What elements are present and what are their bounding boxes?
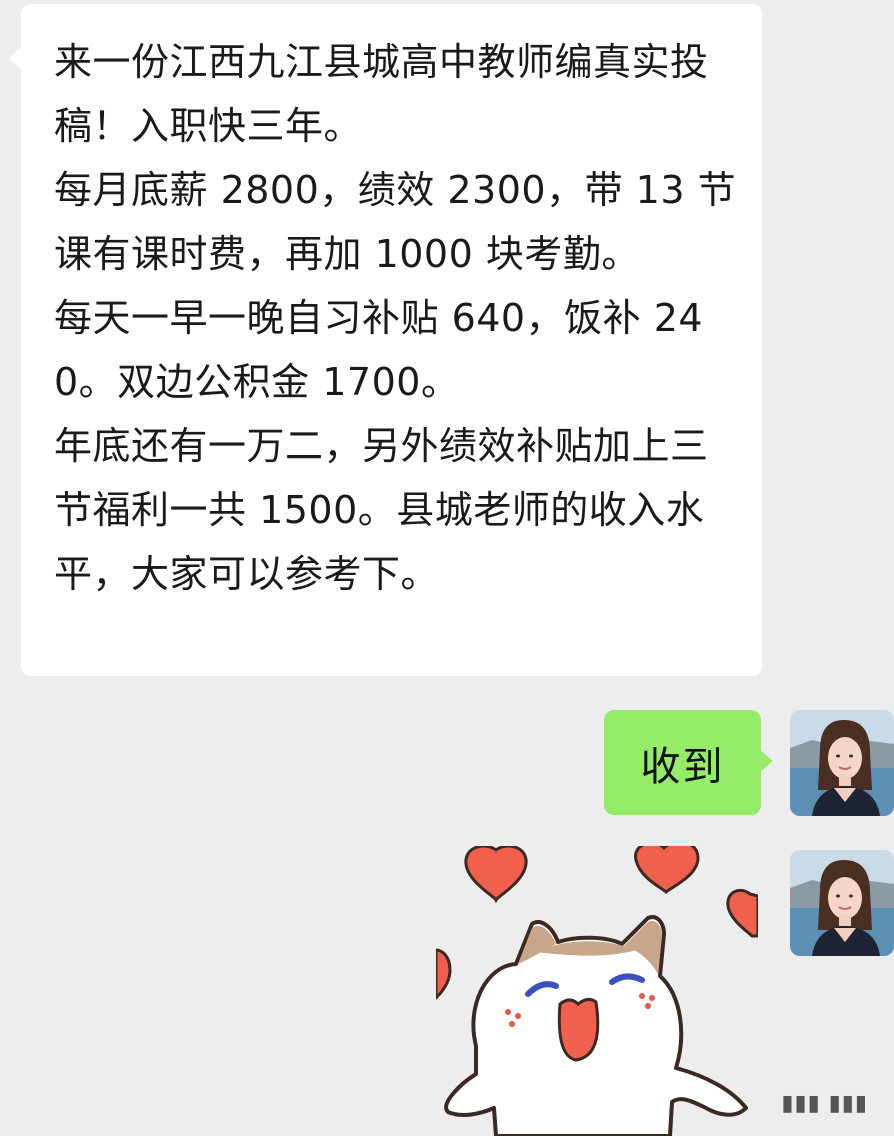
cat-sticker-icon[interactable]	[436, 846, 758, 1136]
incoming-message-bubble[interactable]: 来一份江西九江县城高中教师编真实投稿！入职快三年。 每月底薪 2800，绩效 2…	[9, 4, 762, 676]
outgoing-message-text: 收到	[640, 743, 725, 790]
outgoing-message-bubble[interactable]: 收到	[604, 710, 773, 815]
signal-strength-icon: ▮▮▮ ▮▮▮	[781, 1091, 868, 1116]
user-avatar-icon[interactable]	[790, 710, 894, 816]
user-avatar-icon-2[interactable]	[790, 850, 894, 956]
incoming-message-text: 来一份江西九江县城高中教师编真实投稿！入职快三年。 每月底薪 2800，绩效 2…	[54, 40, 737, 596]
